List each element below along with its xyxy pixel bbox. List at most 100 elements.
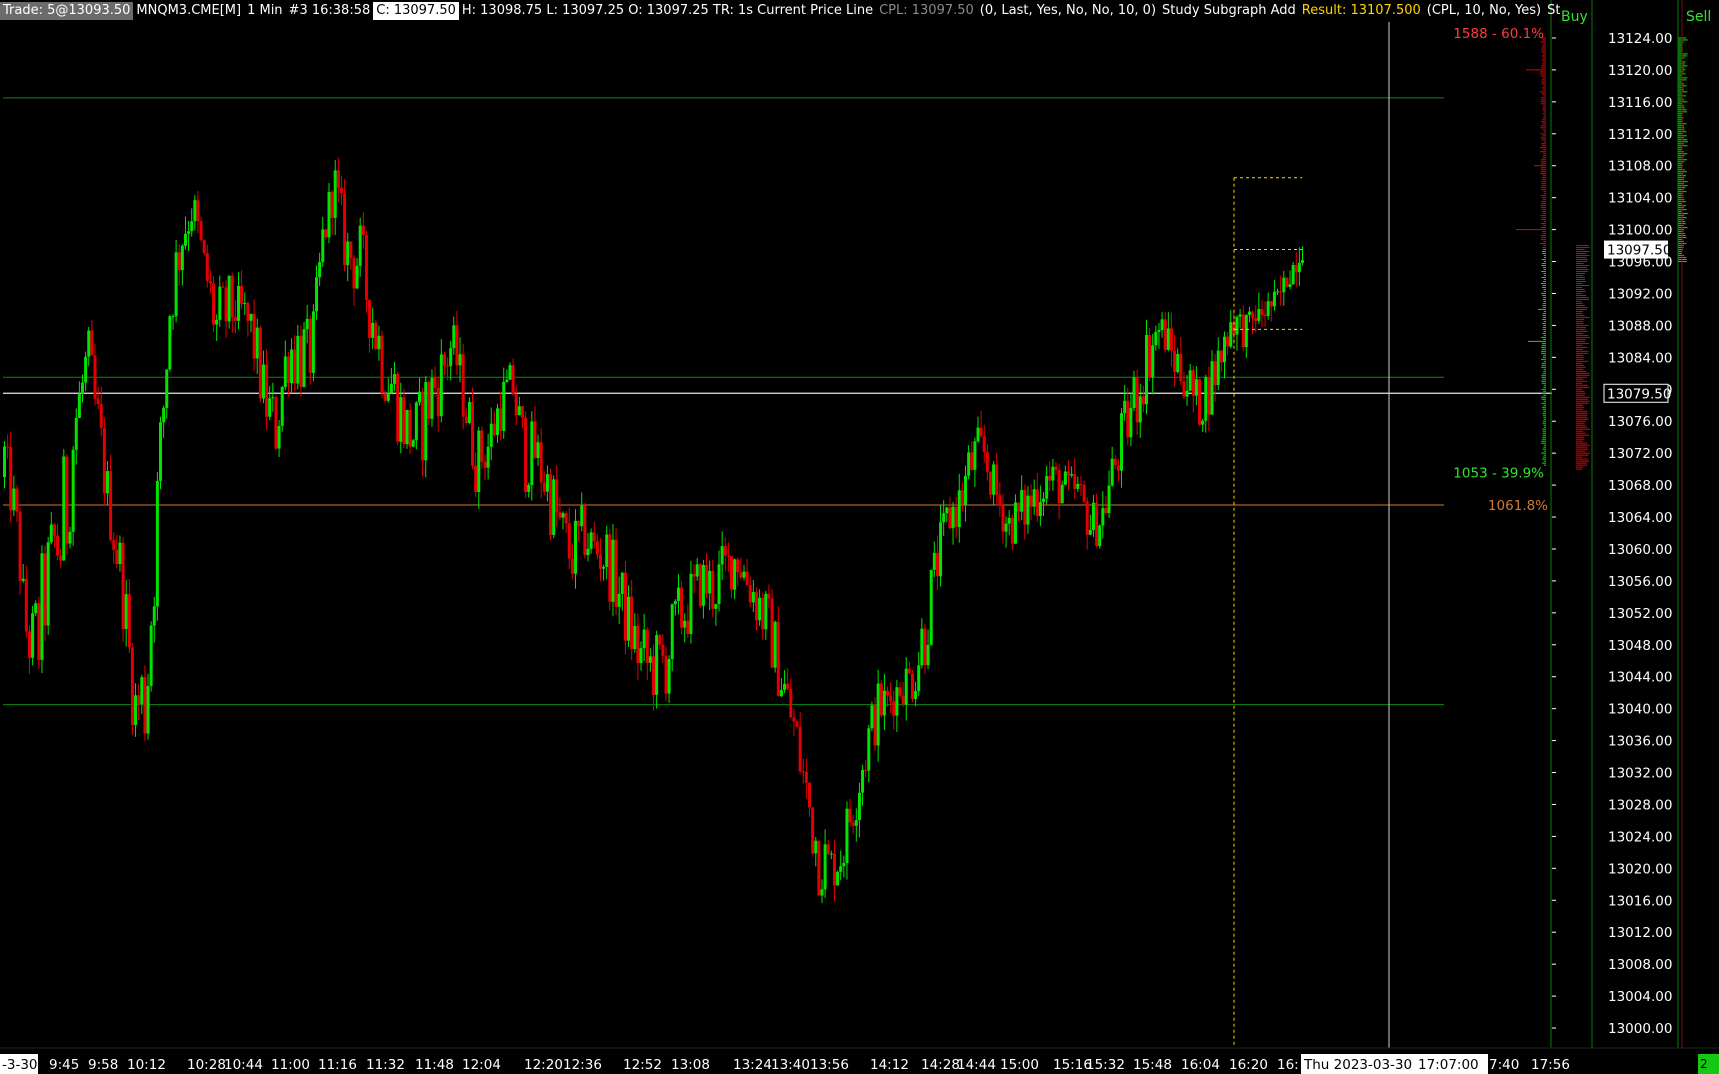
candle-body[interactable] — [1035, 489, 1039, 517]
candle-body[interactable] — [74, 417, 78, 450]
candle-body[interactable] — [929, 569, 933, 645]
candle-body[interactable] — [155, 480, 159, 607]
candle-body[interactable] — [1276, 291, 1280, 293]
candle-body[interactable] — [458, 354, 462, 366]
candle-body[interactable] — [1282, 277, 1286, 293]
candle-body[interactable] — [617, 593, 621, 607]
candle-body[interactable] — [1123, 400, 1127, 414]
candle-body[interactable] — [573, 520, 577, 574]
candle-body[interactable] — [733, 559, 737, 590]
candle-body[interactable] — [1141, 396, 1145, 405]
candle-body[interactable] — [583, 505, 587, 556]
candle-body[interactable] — [290, 349, 294, 384]
candle-body[interactable] — [717, 564, 721, 605]
candle-body[interactable] — [49, 524, 53, 543]
candle-body[interactable] — [1191, 370, 1195, 396]
candle-body[interactable] — [720, 546, 724, 565]
candle-body[interactable] — [586, 548, 590, 556]
candle-body[interactable] — [655, 635, 659, 695]
candle-body[interactable] — [511, 365, 515, 395]
candle-body[interactable] — [495, 408, 499, 436]
candle-body[interactable] — [1154, 331, 1158, 346]
candle-body[interactable] — [764, 593, 768, 630]
candle-body[interactable] — [539, 442, 543, 483]
candle-body[interactable] — [1079, 483, 1083, 485]
candle-body[interactable] — [561, 513, 565, 518]
candle-body[interactable] — [62, 456, 66, 561]
candle-body[interactable] — [695, 564, 699, 577]
candle-body[interactable] — [1013, 502, 1017, 544]
candle-body[interactable] — [212, 283, 216, 325]
candle-body[interactable] — [795, 721, 799, 727]
candle-body[interactable] — [237, 285, 241, 321]
candle-body[interactable] — [1169, 328, 1173, 351]
candle-body[interactable] — [964, 475, 968, 505]
candle-body[interactable] — [645, 629, 649, 663]
candle-body[interactable] — [233, 317, 237, 321]
candle-body[interactable] — [1201, 420, 1205, 425]
candle-body[interactable] — [1048, 475, 1052, 481]
candle-body[interactable] — [277, 426, 281, 449]
candle-body[interactable] — [533, 421, 537, 458]
candle-body[interactable] — [701, 565, 705, 606]
candle-body[interactable] — [199, 221, 203, 240]
candle-body[interactable] — [754, 591, 758, 621]
candle-body[interactable] — [517, 406, 521, 416]
candle-body[interactable] — [851, 822, 855, 826]
candle-body[interactable] — [489, 423, 493, 447]
candle-body[interactable] — [477, 430, 481, 492]
candle-body[interactable] — [1085, 501, 1089, 535]
candle-body[interactable] — [280, 386, 284, 427]
candle-body[interactable] — [1185, 390, 1189, 397]
candle-body[interactable] — [137, 695, 141, 704]
candle-body[interactable] — [486, 446, 490, 468]
candle-body[interactable] — [196, 200, 200, 222]
candle-body[interactable] — [1098, 525, 1102, 546]
candle-body[interactable] — [1135, 377, 1139, 423]
candle-body[interactable] — [87, 330, 91, 357]
candle-body[interactable] — [343, 193, 347, 266]
candle-body[interactable] — [43, 553, 47, 626]
candle-body[interactable] — [299, 335, 303, 387]
candle-body[interactable] — [130, 647, 134, 726]
candle-body[interactable] — [1151, 345, 1155, 378]
candle-body[interactable] — [1042, 498, 1046, 503]
candle-body[interactable] — [1188, 370, 1192, 391]
candle-body[interactable] — [96, 398, 100, 405]
candle-body[interactable] — [739, 572, 743, 578]
candle-body[interactable] — [1066, 471, 1070, 476]
candle-body[interactable] — [1263, 314, 1267, 316]
candle-body[interactable] — [396, 373, 400, 442]
price-axis[interactable]: 13124.00 13120.00 13116.00 13112.00 13108.00… — [1550, 0, 1683, 1048]
candle-body[interactable] — [549, 474, 553, 536]
candle-body[interactable] — [439, 354, 443, 417]
candle-body[interactable] — [676, 587, 680, 601]
candle-body[interactable] — [268, 398, 272, 417]
candle-body[interactable] — [31, 613, 35, 658]
candle-body[interactable] — [361, 225, 365, 235]
candle-body[interactable] — [405, 409, 409, 445]
candle-body[interactable] — [221, 286, 225, 288]
candle-body[interactable] — [608, 534, 612, 602]
candle-body[interactable] — [6, 446, 10, 448]
candle-body[interactable] — [1269, 301, 1273, 307]
candle-body[interactable] — [598, 554, 602, 569]
candle-body[interactable] — [1254, 318, 1258, 321]
candle-body[interactable] — [171, 316, 175, 318]
candle-body[interactable] — [230, 275, 234, 318]
candle-body[interactable] — [932, 552, 936, 570]
candle-body[interactable] — [355, 265, 359, 289]
candle-body[interactable] — [118, 542, 122, 564]
candle-body[interactable] — [1210, 361, 1214, 415]
candle-body[interactable] — [683, 620, 687, 628]
candle-body[interactable] — [942, 513, 946, 523]
candle-body[interactable] — [1026, 495, 1030, 525]
candle-body[interactable] — [21, 578, 25, 581]
candle-body[interactable] — [1007, 517, 1011, 524]
candle-body[interactable] — [623, 572, 627, 641]
candle-body[interactable] — [1138, 396, 1142, 423]
candle-body[interactable] — [620, 572, 624, 594]
candle-body[interactable] — [914, 690, 918, 700]
candle-body[interactable] — [436, 387, 440, 417]
candle-body[interactable] — [864, 769, 868, 771]
